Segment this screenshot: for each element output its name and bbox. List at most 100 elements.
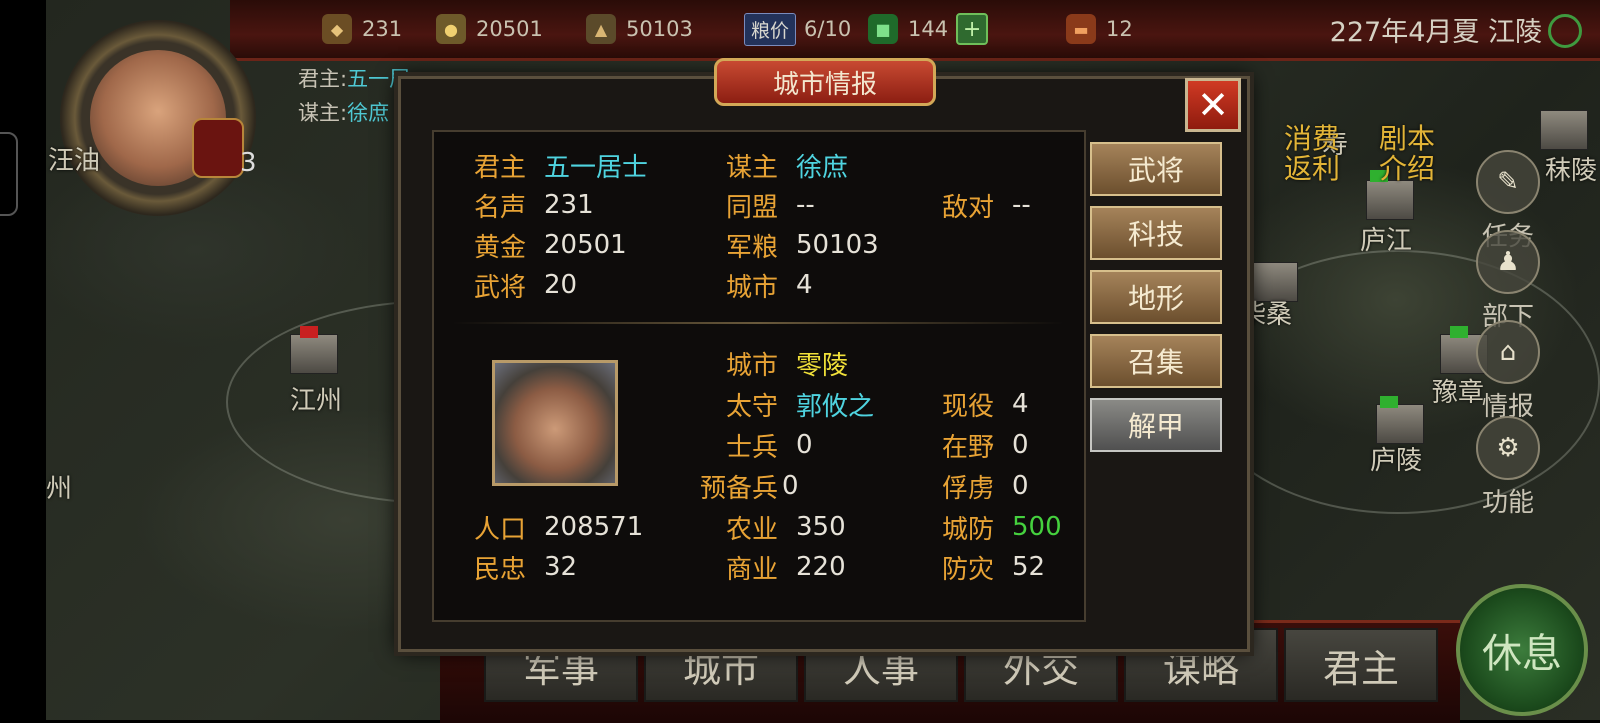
active-value: 4 — [1012, 389, 1029, 419]
intel-button[interactable]: ⌂ 情报 — [1472, 320, 1544, 423]
castle-icon[interactable] — [1376, 404, 1424, 444]
grain-value: 50103 — [796, 230, 879, 260]
map-city-luling[interactable]: 庐陵 — [1370, 440, 1422, 477]
map-city-label[interactable]: 州 — [46, 468, 72, 505]
generals-action-button[interactable]: 武将 — [1090, 142, 1222, 196]
gold-resource: ● 20501 — [436, 12, 543, 46]
gear-icon: ⚙ — [1476, 416, 1540, 480]
rest-button[interactable]: 休息 — [1456, 584, 1588, 716]
soldiers-value: 0 — [796, 430, 813, 460]
function-label: 功能 — [1481, 488, 1534, 518]
defense-label: 城防 — [941, 514, 994, 545]
soldiers-row: 士兵 0 — [700, 428, 813, 463]
fame-value: 231 — [544, 190, 594, 220]
fame-value: 231 — [362, 17, 403, 41]
recruit-action-button[interactable]: 召集 — [1090, 334, 1222, 388]
defense-row: 城防 500 — [916, 510, 1062, 545]
lord-row: 君主 五一居士 — [448, 148, 649, 183]
alliance-row: 同盟 -- — [700, 188, 815, 223]
captive-label: 俘虏 — [941, 473, 994, 504]
disaster-value: 52 — [1012, 552, 1046, 582]
tab-lord[interactable]: 君主 — [1284, 628, 1438, 702]
lord-value: 五一居士 — [544, 152, 649, 183]
castle-icon[interactable] — [290, 334, 338, 374]
reserve-label: 预备兵 — [699, 473, 778, 504]
city-value: 零陵 — [796, 350, 849, 381]
gold-row: 黄金 20501 — [448, 228, 627, 263]
scroll-value: 12 — [1106, 17, 1133, 41]
terrain-action-button[interactable]: 地形 — [1090, 270, 1222, 324]
function-button[interactable]: ⚙ 功能 — [1472, 416, 1544, 519]
disband-action-button[interactable]: 解甲 — [1090, 398, 1222, 452]
active-row: 现役 4 — [916, 387, 1029, 422]
strategist-label: 谋主 — [725, 152, 778, 183]
gold-label: 黄金 — [473, 232, 526, 263]
hostile-value: -- — [1012, 190, 1031, 220]
jade-value: 144 — [908, 17, 949, 41]
strategist-value: 徐庶 — [347, 101, 390, 125]
grain-price: 粮价 6/10 — [744, 12, 851, 46]
city-row: 城市 零陵 — [700, 346, 849, 381]
screen-notch — [0, 132, 18, 216]
population-row: 人口 208571 — [448, 510, 644, 545]
commerce-label: 商业 — [725, 554, 778, 585]
reserve-row: 预备兵 0 — [700, 469, 799, 504]
generals-value: 20 — [544, 270, 578, 300]
cities-row: 城市 4 — [700, 268, 813, 303]
dialog-title: 城市情报 — [714, 58, 936, 106]
population-value: 208571 — [544, 512, 644, 542]
fame-row: 名声 231 — [448, 188, 594, 223]
consume-rebate-promo[interactable]: 消费返利 — [1282, 124, 1342, 184]
lord-badge-icon — [192, 118, 244, 178]
grain-price-label: 粮价 — [744, 12, 797, 46]
wild-row: 在野 0 — [916, 428, 1029, 463]
jade-icon: ■ — [868, 14, 898, 44]
map-city-moling[interactable]: 秣陵 — [1545, 150, 1597, 187]
tech-action-button[interactable]: 科技 — [1090, 206, 1222, 260]
soldiers-label: 士兵 — [725, 432, 778, 463]
lord-badge-count: 3 — [240, 148, 257, 178]
map-city-label[interactable]: 汪油 — [48, 140, 100, 177]
commerce-row: 商业 220 — [700, 550, 846, 585]
captive-value: 0 — [1012, 471, 1029, 501]
script-intro-promo[interactable]: 剧本介绍 — [1376, 124, 1438, 184]
commerce-value: 220 — [796, 552, 846, 582]
disaster-row: 防灾 52 — [916, 550, 1046, 585]
gold-value: 20501 — [476, 17, 543, 41]
population-label: 人口 — [473, 514, 526, 545]
map-city-jiangzhou[interactable]: 江州 — [290, 380, 342, 417]
network-icon — [1548, 14, 1582, 48]
scroll-resource: ▬ 12 — [1066, 12, 1133, 46]
left-black-bar — [0, 0, 46, 720]
subordinates-button[interactable]: ♟ 部下 — [1472, 230, 1544, 333]
agri-label: 农业 — [725, 514, 778, 545]
city-label: 城市 — [725, 350, 778, 381]
cities-value: 4 — [796, 270, 813, 300]
lord-label: 君主: — [298, 67, 348, 91]
close-button[interactable]: ✕ — [1185, 78, 1241, 132]
active-label: 现役 — [941, 391, 994, 422]
lord-label: 君主 — [473, 152, 526, 183]
captive-row: 俘虏 0 — [916, 469, 1029, 504]
governor-value: 郭攸之 — [796, 391, 875, 422]
castle-icon[interactable] — [1540, 110, 1588, 150]
reserve-value: 0 — [782, 471, 799, 501]
governor-row: 太守 郭攸之 — [700, 387, 875, 422]
map-city-lujiang[interactable]: 庐江 — [1360, 220, 1412, 257]
strategist-label: 谋主: — [298, 101, 348, 125]
scroll-icon: ▬ — [1066, 14, 1096, 44]
flag-icon — [1450, 326, 1468, 338]
gold-icon: ● — [436, 14, 466, 44]
generals-label: 武将 — [473, 272, 526, 303]
wild-label: 在野 — [941, 432, 994, 463]
agri-value: 350 — [796, 512, 846, 542]
governor-portrait[interactable] — [492, 360, 618, 486]
add-jade-button[interactable]: + — [956, 13, 989, 45]
grain-value: 50103 — [626, 17, 693, 41]
hostile-label: 敌对 — [941, 192, 994, 223]
flag-icon — [1380, 396, 1398, 408]
strategist-row: 谋主 徐庶 — [700, 148, 848, 183]
castle-icon[interactable] — [1366, 180, 1414, 220]
alliance-value: -- — [796, 190, 815, 220]
fame-label: 名声 — [473, 192, 526, 223]
